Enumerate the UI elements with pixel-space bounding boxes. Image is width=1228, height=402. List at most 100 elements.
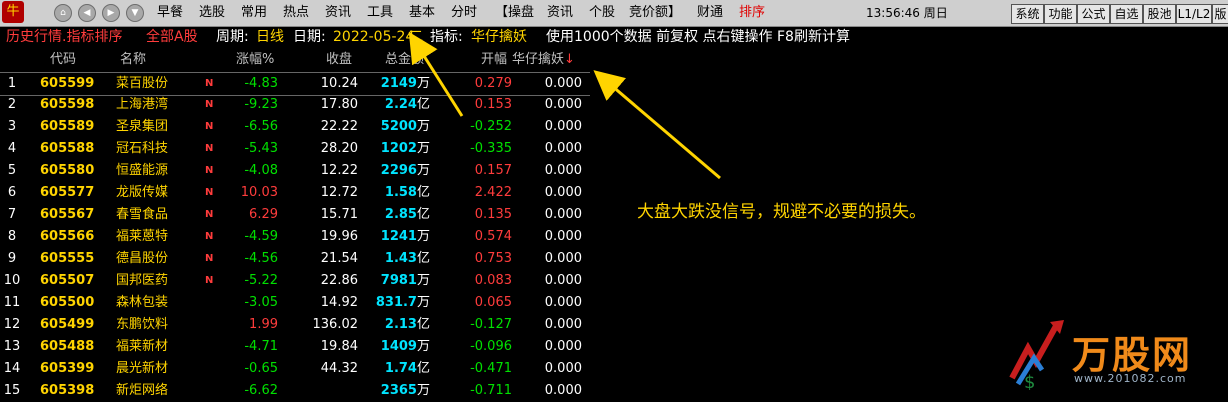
stock-name: 东鹏饮料 (116, 317, 169, 332)
new-stock-badge: N (205, 209, 214, 220)
menu-auction[interactable]: 竞价额】 (629, 4, 681, 22)
amount-number: 1202 (380, 141, 417, 156)
col-header-code[interactable]: 代码 (50, 50, 76, 70)
table-row[interactable]: 5 605580 恒盛能源 N -4.08 12.22 2296万 0.157 0.000 (0, 160, 590, 182)
table-row[interactable]: 7 605567 春雪食品 N 6.29 15.71 2.85亿 0.135 0.000 (0, 204, 590, 226)
col-header-name[interactable]: 名称 (120, 50, 146, 70)
change-pct: -4.83 (244, 76, 278, 91)
amount-number: 1.58 (384, 185, 417, 200)
market-selector[interactable]: 全部A股 (146, 28, 198, 47)
menu-sort[interactable]: 排序 (739, 4, 765, 22)
row-index: 9 (7, 251, 17, 266)
row-index: 2 (7, 97, 17, 112)
menu-breakfast[interactable]: 早餐 (157, 4, 183, 22)
indicator-value: 0.000 (544, 383, 582, 398)
table-row[interactable]: 12 605499 东鹏饮料 1.99 136.02 2.13亿 -0.127 0.000 (0, 314, 590, 336)
menu-stock[interactable]: 个股 (589, 4, 615, 22)
annotation-text: 大盘大跌没信号，规避不必要的损失。 (637, 202, 926, 222)
amount-number: 831.7 (375, 295, 417, 310)
amount-number: 2365 (380, 383, 417, 398)
menu-tools[interactable]: 工具 (367, 4, 393, 22)
open-pct: 2.422 (474, 185, 512, 200)
table-row[interactable]: 4 605588 冠石科技 N -5.43 28.20 1202万 -0.335 0.000 (0, 138, 590, 160)
stock-code: 605399 (40, 361, 95, 376)
new-stock-badge (205, 380, 217, 402)
amount-unit: 万 (416, 141, 430, 156)
table-row[interactable]: 9 605555 德昌股份 N -4.56 21.54 1.43亿 0.753 0.000 (0, 248, 590, 270)
menu-down-icon[interactable]: ▼ (126, 4, 144, 22)
amount-number: 2.13 (384, 317, 417, 332)
menu-common[interactable]: 常用 (241, 4, 267, 22)
period-value[interactable]: 日线 (256, 28, 284, 47)
indicator-value[interactable]: 华仔擒妖 (471, 28, 527, 47)
table-row[interactable]: 1 605599 菜百股份 N -4.83 10.24 2149万 0.279 0.000 (0, 72, 590, 96)
formula-button[interactable]: 公式 (1077, 4, 1110, 24)
table-row[interactable]: 13 605488 福莱新材 -4.71 19.84 1409万 -0.096 0.000 (0, 336, 590, 358)
indicator-value: 0.000 (544, 163, 582, 178)
indicator-value: 0.000 (544, 295, 582, 310)
col-header-amount[interactable]: 总金额 (385, 50, 424, 70)
open-pct: -0.127 (470, 317, 512, 332)
stock-name: 国邦医药 (116, 273, 169, 288)
open-pct: -0.252 (470, 119, 512, 134)
back-icon[interactable]: ◀ (78, 4, 96, 22)
total-amount: 7981万 (370, 270, 430, 292)
watchlist-button[interactable]: 自选 (1110, 4, 1143, 24)
col-header-indicator[interactable]: 华仔擒妖↓ (512, 50, 575, 70)
clock: 13:56:46 周日 (866, 6, 948, 20)
menu-hotspot[interactable]: 热点 (283, 4, 309, 22)
version-button[interactable]: 版 (1212, 4, 1228, 24)
menu-intraday[interactable]: 分时 (451, 4, 477, 22)
stock-code: 605507 (40, 273, 95, 288)
open-pct: 0.753 (474, 251, 512, 266)
table-row[interactable]: 14 605399 晨光新材 -0.65 44.32 1.74亿 -0.471 0.000 (0, 358, 590, 380)
close-price: 17.80 (320, 97, 358, 112)
indicator-value: 0.000 (544, 97, 582, 112)
row-index: 7 (7, 207, 17, 222)
level-button[interactable]: L1/L2 (1176, 4, 1212, 24)
menu-fundamentals[interactable]: 基本 (409, 4, 435, 22)
amount-number: 7981 (380, 273, 417, 288)
menu-info[interactable]: 资讯 (547, 4, 573, 22)
change-pct: 6.29 (249, 207, 278, 222)
stock-name: 恒盛能源 (116, 163, 169, 178)
close-price: 19.96 (320, 229, 358, 244)
date-value[interactable]: 2022-05-24 (333, 28, 414, 47)
system-button[interactable]: 系统 (1011, 4, 1044, 24)
close-price: 14.92 (320, 295, 358, 310)
watermark-arrow-icon: $ (1009, 320, 1064, 390)
change-pct: -4.59 (244, 229, 278, 244)
col-header-close[interactable]: 收盘 (326, 50, 352, 70)
table-row[interactable]: 6 605577 龙版传媒 N 10.03 12.72 1.58亿 2.422 0.000 (0, 182, 590, 204)
table-row[interactable]: 11 605500 森林包装 -3.05 14.92 831.7万 0.065 0.000 (0, 292, 590, 314)
home-icon[interactable]: ⌂ (54, 4, 72, 22)
table-row[interactable]: 3 605589 圣泉集团 N -6.56 22.22 5200万 -0.252 0.000 (0, 116, 590, 138)
amount-unit: 万 (416, 119, 430, 134)
indicator-value: 0.000 (544, 141, 582, 156)
forward-icon[interactable]: ▶ (102, 4, 120, 22)
table-row[interactable]: 10 605507 国邦医药 N -5.22 22.86 7981万 0.083 0.000 (0, 270, 590, 292)
amount-unit: 万 (416, 295, 430, 310)
close-price: 19.84 (320, 339, 358, 354)
status-note: 使用1000个数据 前复权 点右键操作 F8刷新计算 (546, 29, 850, 45)
col-header-open[interactable]: 开幅 (481, 50, 507, 70)
row-index: 11 (3, 295, 21, 310)
change-pct: -5.43 (244, 141, 278, 156)
indicator-value: 0.000 (544, 207, 582, 222)
total-amount: 1.43亿 (370, 248, 430, 270)
menu-trading[interactable]: 【操盘 (495, 4, 534, 22)
app-logo-icon[interactable]: 牛 (2, 1, 24, 23)
stock-name: 菜百股份 (116, 76, 169, 91)
table-row[interactable]: 2 605598 上海港湾 N -9.23 17.80 2.24亿 0.153 0.000 (0, 94, 590, 116)
view-title: 历史行情.指标排序 (6, 29, 123, 45)
table-row[interactable]: 8 605566 福莱蒽特 N -4.59 19.96 1241万 0.574 0.000 (0, 226, 590, 248)
stock-pool-button[interactable]: 股池 (1143, 4, 1176, 24)
amount-number: 2.24 (384, 97, 417, 112)
function-button[interactable]: 功能 (1044, 4, 1077, 24)
menu-caitong[interactable]: 财通 (697, 4, 723, 22)
menu-stock-pick[interactable]: 选股 (199, 4, 225, 22)
stock-name: 晨光新材 (116, 361, 169, 376)
col-header-change[interactable]: 涨幅% (236, 50, 274, 70)
menu-news[interactable]: 资讯 (325, 4, 351, 22)
table-row[interactable]: 15 605398 新炬网络 -6.62 2365万 -0.711 0.000 (0, 380, 590, 402)
